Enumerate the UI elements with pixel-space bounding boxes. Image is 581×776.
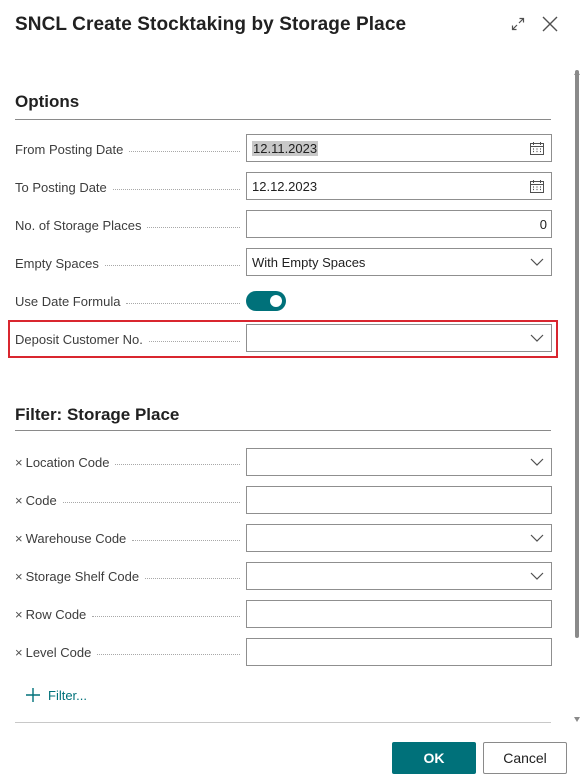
- cancel-button[interactable]: Cancel: [483, 742, 567, 774]
- warehouse-code-select[interactable]: [246, 524, 552, 552]
- add-filter-link[interactable]: Filter...: [24, 686, 87, 704]
- to-posting-date-label: To Posting Date: [15, 177, 240, 197]
- no-of-storage-places-value: 0: [539, 216, 547, 232]
- to-posting-date-value: 12.12.2023: [252, 178, 318, 194]
- row-code-field[interactable]: [246, 600, 552, 628]
- location-code-label: × Location Code: [15, 452, 240, 472]
- level-code-label: × Level Code: [15, 642, 240, 662]
- chevron-down-icon: [528, 567, 546, 585]
- deposit-customer-no-select[interactable]: [246, 324, 552, 352]
- add-filter-label: Filter...: [48, 687, 88, 703]
- calendar-icon[interactable]: [528, 177, 546, 195]
- location-code-select[interactable]: [246, 448, 552, 476]
- remove-filter-icon[interactable]: ×: [15, 569, 23, 584]
- to-posting-date-field[interactable]: 12.12.2023: [246, 172, 552, 200]
- from-posting-date-label: From Posting Date: [15, 139, 240, 159]
- from-posting-date-field[interactable]: 12.11.2023: [246, 134, 552, 162]
- use-date-formula-label: Use Date Formula: [15, 291, 240, 311]
- scroll-down-icon[interactable]: [574, 709, 580, 722]
- chevron-down-icon: [528, 253, 546, 271]
- remove-filter-icon[interactable]: ×: [15, 493, 23, 508]
- scrollbar-thumb[interactable]: [575, 70, 579, 638]
- level-code-field[interactable]: [246, 638, 552, 666]
- remove-filter-icon[interactable]: ×: [15, 531, 23, 546]
- options-section-divider: [15, 119, 551, 120]
- no-of-storage-places-field[interactable]: 0: [246, 210, 552, 238]
- plus-icon: [24, 686, 42, 704]
- storage-shelf-code-label: × Storage Shelf Code: [15, 566, 240, 586]
- close-icon[interactable]: [538, 12, 562, 36]
- remove-filter-icon[interactable]: ×: [15, 607, 23, 622]
- remove-filter-icon[interactable]: ×: [15, 455, 23, 470]
- chevron-down-icon: [528, 329, 546, 347]
- scroll-up-icon[interactable]: [574, 62, 580, 75]
- dialog-title: SNCL Create Stocktaking by Storage Place: [15, 14, 407, 35]
- empty-spaces-label: Empty Spaces: [15, 253, 240, 273]
- code-label: × Code: [15, 490, 240, 510]
- use-date-formula-toggle[interactable]: [246, 291, 286, 311]
- ok-button[interactable]: OK: [392, 742, 476, 774]
- scrollbar[interactable]: [573, 70, 581, 720]
- calendar-icon[interactable]: [528, 139, 546, 157]
- row-code-label: × Row Code: [15, 604, 240, 624]
- remove-filter-icon[interactable]: ×: [15, 645, 23, 660]
- empty-spaces-select[interactable]: With Empty Spaces: [246, 248, 552, 276]
- deposit-customer-no-label: Deposit Customer No.: [15, 329, 240, 349]
- code-field[interactable]: [246, 486, 552, 514]
- chevron-down-icon: [528, 453, 546, 471]
- toggle-knob: [270, 295, 282, 307]
- footer-divider: [15, 722, 551, 723]
- filter-section-divider: [15, 430, 551, 431]
- filter-section-title: Filter: Storage Place: [15, 405, 180, 424]
- dialog: SNCL Create Stocktaking by Storage Place…: [0, 0, 581, 776]
- warehouse-code-label: × Warehouse Code: [15, 528, 240, 548]
- chevron-down-icon: [528, 529, 546, 547]
- storage-shelf-code-select[interactable]: [246, 562, 552, 590]
- no-of-storage-places-label: No. of Storage Places: [15, 215, 240, 235]
- empty-spaces-value: With Empty Spaces: [252, 254, 366, 270]
- from-posting-date-value: 12.11.2023: [252, 140, 319, 156]
- expand-icon[interactable]: [506, 12, 530, 36]
- options-section-title: Options: [15, 92, 80, 111]
